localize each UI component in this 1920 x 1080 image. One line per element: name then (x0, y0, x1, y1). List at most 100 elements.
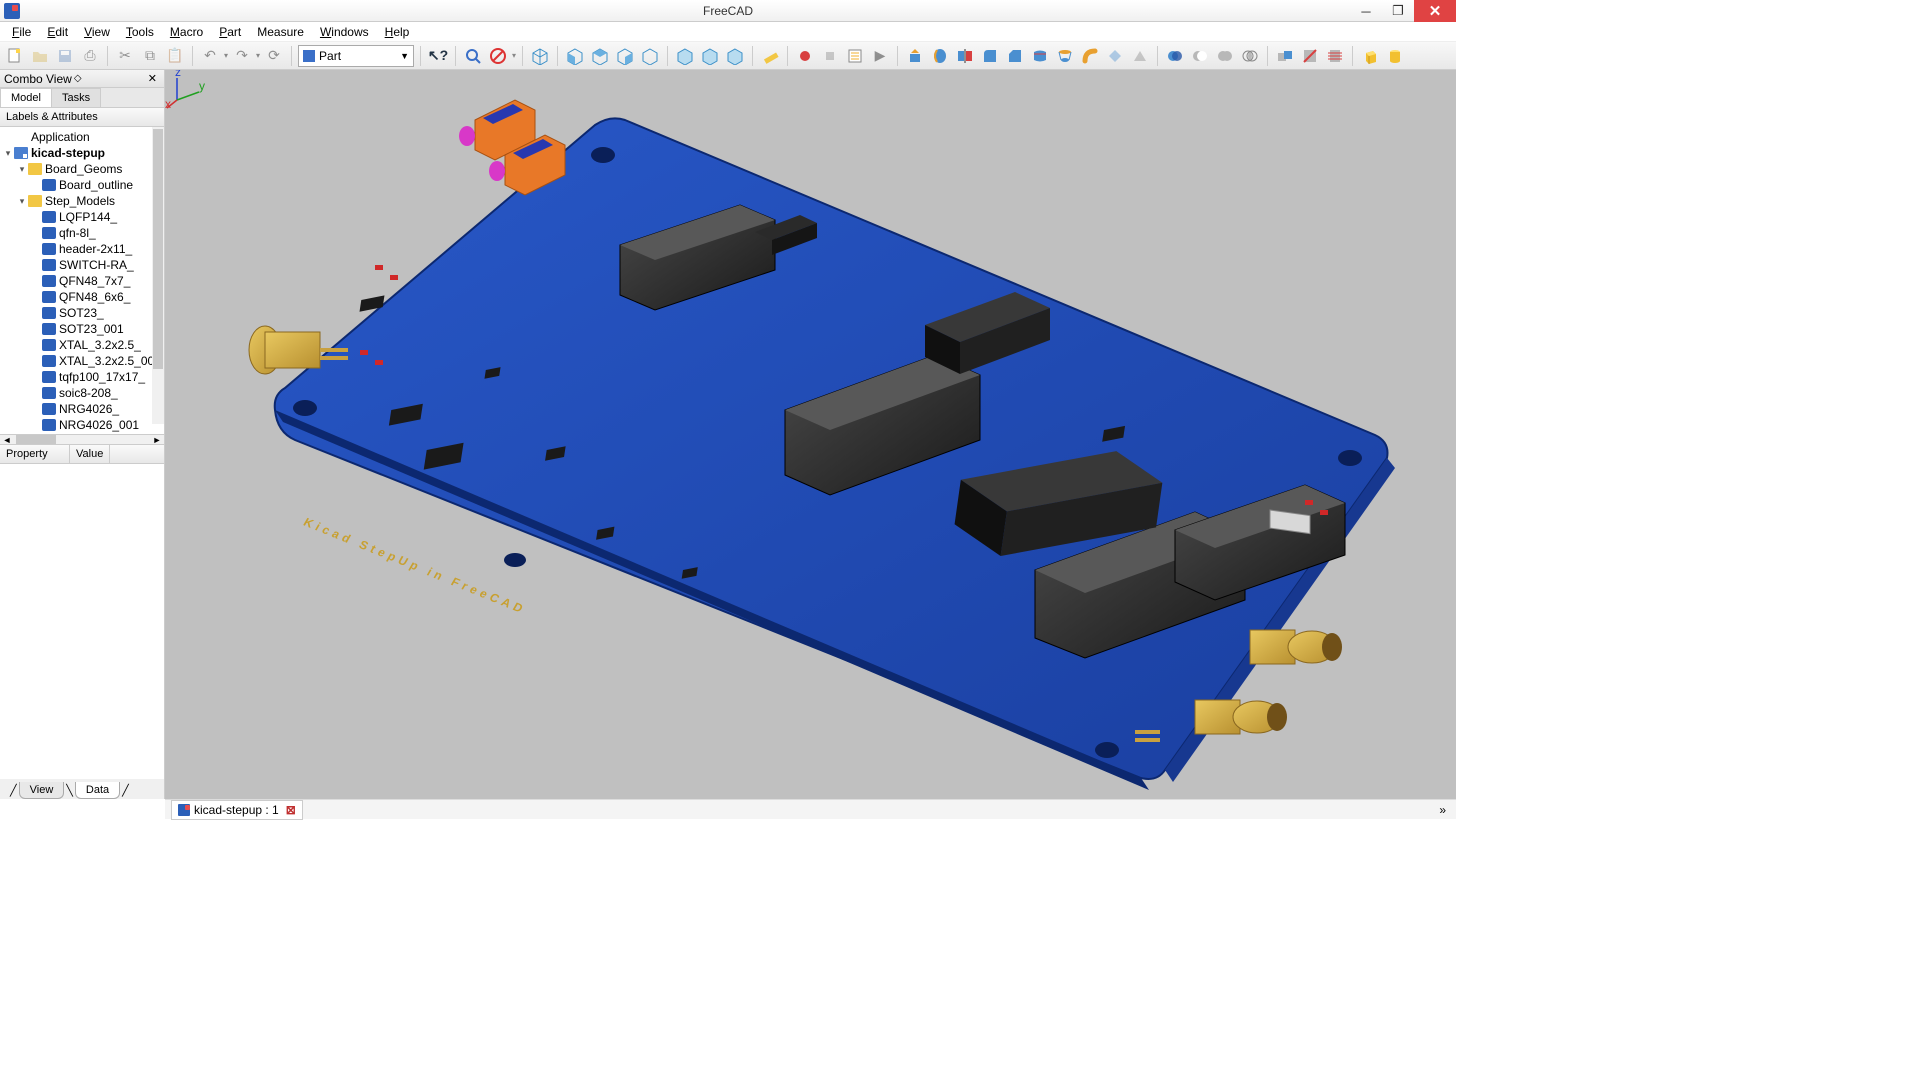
titlebar: FreeCAD ─ ❐ ✕ (0, 0, 1456, 22)
close-button[interactable]: ✕ (1414, 0, 1456, 22)
statusbar-overflow[interactable]: » (1435, 803, 1450, 817)
iso-view-button[interactable] (529, 45, 551, 67)
menu-view[interactable]: View (76, 23, 118, 41)
draw-style-button[interactable] (487, 45, 509, 67)
prop-tab-view[interactable]: View (19, 782, 65, 799)
toolbar: ⎙ ✂ ⧉ 📋 ↶ ▾ ↷ ▾ ⟳ Part ▼ ↖? ▾ ▶ (0, 42, 1456, 70)
axo-view-button[interactable] (724, 45, 746, 67)
workbench-selector[interactable]: Part ▼ (298, 45, 414, 67)
bottom-view-button[interactable] (674, 45, 696, 67)
macro-stop-button[interactable] (819, 45, 841, 67)
tree-node[interactable]: QFN48_7x7_ (0, 273, 164, 289)
tree-node[interactable]: XTAL_3.2x2.5_ (0, 337, 164, 353)
boolean-button[interactable] (1164, 45, 1186, 67)
top-view-button[interactable] (589, 45, 611, 67)
redo-button[interactable]: ↷ (231, 45, 253, 67)
menu-file[interactable]: File (4, 23, 39, 41)
menu-edit[interactable]: Edit (39, 23, 76, 41)
menu-part[interactable]: Part (211, 23, 249, 41)
panel-close-button[interactable]: ✕ (145, 72, 160, 85)
tree-node[interactable]: LQFP144_ (0, 209, 164, 225)
offset-button[interactable] (1104, 45, 1126, 67)
copy-button[interactable]: ⧉ (139, 45, 161, 67)
axis-indicator: z y x (165, 70, 205, 110)
loft-button[interactable] (1054, 45, 1076, 67)
union-button[interactable] (1214, 45, 1236, 67)
cylinder-button[interactable] (1384, 45, 1406, 67)
measure-button[interactable] (759, 45, 781, 67)
menu-tools[interactable]: Tools (118, 23, 162, 41)
tree-hscrollbar[interactable]: ◄► (0, 434, 164, 444)
tree-node[interactable]: ▾Board_Geoms (0, 161, 164, 177)
tree-node[interactable]: SOT23_001 (0, 321, 164, 337)
intersect-button[interactable] (1239, 45, 1261, 67)
tree-node[interactable]: SOT23_ (0, 305, 164, 321)
menu-measure[interactable]: Measure (249, 23, 312, 41)
thickness-button[interactable] (1129, 45, 1151, 67)
doc-tab-close[interactable]: ⊠ (286, 803, 296, 817)
chamfer-button[interactable] (1004, 45, 1026, 67)
panel-dock-button[interactable]: ◇ (72, 73, 84, 84)
maximize-button[interactable]: ❐ (1382, 0, 1414, 22)
minimize-button[interactable]: ─ (1350, 0, 1382, 22)
revolve-button[interactable] (929, 45, 951, 67)
left-view-button[interactable] (699, 45, 721, 67)
tree-node[interactable]: Board_outline (0, 177, 164, 193)
macro-run-button[interactable]: ▶ (869, 45, 891, 67)
cross-sections-button[interactable] (1324, 45, 1346, 67)
cube-button[interactable] (1359, 45, 1381, 67)
tab-model[interactable]: Model (0, 88, 52, 107)
svg-text:z: z (175, 70, 181, 79)
front-view-button[interactable] (564, 45, 586, 67)
macro-list-button[interactable] (844, 45, 866, 67)
cut-bool-button[interactable] (1189, 45, 1211, 67)
tree-vscrollbar[interactable] (152, 127, 164, 424)
print-button[interactable]: ⎙ (79, 45, 101, 67)
open-button[interactable] (29, 45, 51, 67)
svg-text:y: y (199, 79, 205, 93)
mirror-button[interactable] (954, 45, 976, 67)
tab-tasks[interactable]: Tasks (51, 88, 101, 107)
cut-button[interactable]: ✂ (114, 45, 136, 67)
menu-windows[interactable]: Windows (312, 23, 377, 41)
ruled-surface-button[interactable] (1029, 45, 1051, 67)
refresh-button[interactable]: ⟳ (263, 45, 285, 67)
model-tree[interactable]: Application▾kicad-stepup▾Board_GeomsBoar… (0, 127, 164, 434)
menu-macro[interactable]: Macro (162, 23, 211, 41)
fit-view-button[interactable] (462, 45, 484, 67)
tree-node[interactable]: tqfp100_17x17_ (0, 369, 164, 385)
svg-text:x: x (165, 97, 171, 110)
extrude-button[interactable] (904, 45, 926, 67)
tree-node[interactable]: ▾Step_Models (0, 193, 164, 209)
document-tab[interactable]: kicad-stepup : 1 ⊠ (171, 800, 303, 820)
new-doc-button[interactable] (4, 45, 26, 67)
right-view-button[interactable] (614, 45, 636, 67)
save-button[interactable] (54, 45, 76, 67)
rear-view-button[interactable] (639, 45, 661, 67)
sweep-button[interactable] (1079, 45, 1101, 67)
pcb-3d-render: Kicad StepUp in FreeCAD (165, 70, 1455, 799)
tree-node[interactable]: XTAL_3.2x2.5_00 (0, 353, 164, 369)
combo-view-panel: Combo View ◇ ✕ Model Tasks Labels & Attr… (0, 70, 165, 799)
prop-tab-data[interactable]: Data (75, 782, 120, 799)
fillet-button[interactable] (979, 45, 1001, 67)
section-button[interactable] (1299, 45, 1321, 67)
property-body (0, 472, 164, 779)
menu-help[interactable]: Help (377, 23, 418, 41)
tree-node[interactable]: ▾kicad-stepup (0, 145, 164, 161)
tree-node[interactable]: NRG4026_ (0, 401, 164, 417)
compound-button[interactable] (1274, 45, 1296, 67)
paste-button[interactable]: 📋 (164, 45, 186, 67)
tree-node[interactable]: Application (0, 129, 164, 145)
tree-node[interactable]: qfn-8l_ (0, 225, 164, 241)
whats-this-button[interactable]: ↖? (427, 45, 449, 67)
tree-node[interactable]: NRG4026_001 (0, 417, 164, 433)
macro-record-button[interactable] (794, 45, 816, 67)
tree-node[interactable]: header-2x11_ (0, 241, 164, 257)
tree-node[interactable]: QFN48_6x6_ (0, 289, 164, 305)
3d-viewport[interactable]: Kicad StepUp in FreeCAD z y x (165, 70, 1456, 799)
tree-node[interactable]: SWITCH-RA_ (0, 257, 164, 273)
undo-button[interactable]: ↶ (199, 45, 221, 67)
tree-node[interactable]: soic8-208_ (0, 385, 164, 401)
doc-tab-label: kicad-stepup : 1 (194, 803, 279, 817)
